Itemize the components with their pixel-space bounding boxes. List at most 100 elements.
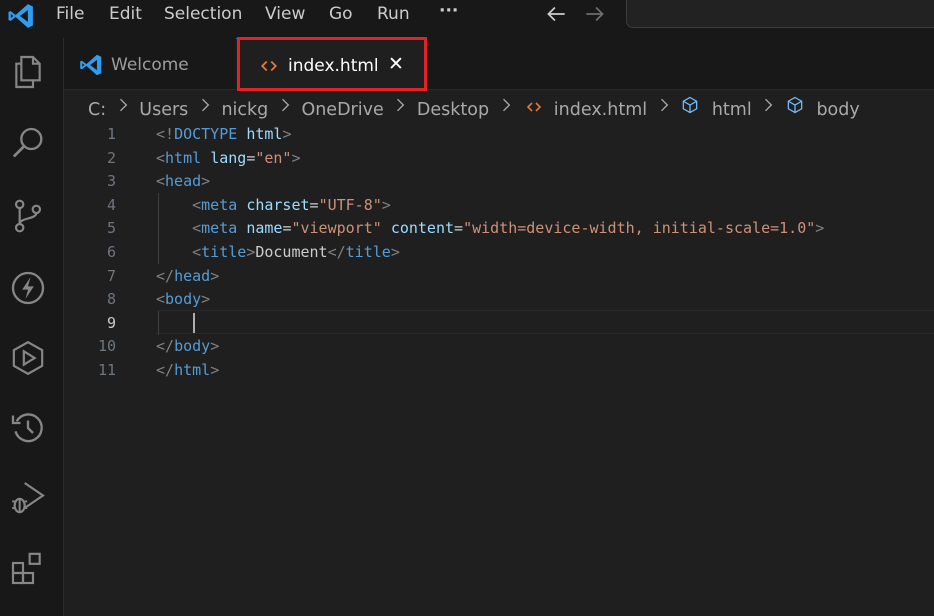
- code-token-tag: html: [165, 148, 202, 167]
- code-token-attr: lang: [210, 148, 247, 167]
- code-line[interactable]: <title>Document</title>: [156, 241, 400, 265]
- line-number[interactable]: 9: [64, 312, 116, 336]
- menu-edit[interactable]: Edit: [109, 3, 142, 25]
- code-token-tag: body: [174, 337, 211, 356]
- breadcrumb-nickg[interactable]: nickg: [221, 97, 268, 123]
- line-number[interactable]: 11: [64, 359, 116, 383]
- code-line[interactable]: </body>: [156, 335, 219, 359]
- line-number[interactable]: 6: [64, 241, 116, 265]
- code-token-attr: content: [390, 219, 455, 238]
- breadcrumb: C: Users nickg OneDrive Desktop index.ht…: [88, 95, 860, 121]
- code-token-attr: name: [246, 219, 283, 238]
- line-number[interactable]: 3: [64, 170, 116, 194]
- code-token-punc: >: [210, 361, 220, 379]
- code-token-punc: <: [192, 219, 202, 238]
- tab-welcome[interactable]: Welcome: [64, 38, 236, 90]
- line-number[interactable]: 10: [64, 335, 116, 359]
- breadcrumb-drive[interactable]: C:: [88, 97, 106, 123]
- menu-more[interactable]: ···: [439, 0, 458, 22]
- search-icon[interactable]: [8, 124, 48, 164]
- code-token-punc: </: [327, 243, 346, 261]
- line-number[interactable]: 1: [64, 123, 116, 147]
- breadcrumb-file[interactable]: index.html: [554, 97, 647, 123]
- activity-bar: [0, 38, 64, 616]
- code-editor[interactable]: 1 2 3 4 5 6 7 8 9 10 11 <!DOCTYPE html> <html lang=…: [64, 122, 934, 616]
- code-token-punc: >: [291, 148, 301, 167]
- line-number[interactable]: 8: [64, 288, 116, 312]
- breadcrumb-desktop[interactable]: Desktop: [417, 97, 489, 123]
- chevron-right-icon: [502, 98, 510, 112]
- code-line[interactable]: </head>: [156, 265, 219, 289]
- menu-go[interactable]: Go: [329, 3, 353, 25]
- code-token-punc: </: [156, 337, 175, 356]
- code-token-str: "UTF-8": [318, 195, 382, 214]
- code-token-attr: charset: [246, 195, 310, 214]
- breadcrumb-onedrive[interactable]: OneDrive: [301, 97, 383, 123]
- code-token-tag: title: [201, 243, 247, 261]
- menu-view[interactable]: View: [265, 3, 305, 25]
- code-token-punc: <: [156, 148, 166, 167]
- code-line[interactable]: <head>: [156, 170, 210, 194]
- line-number[interactable]: 2: [64, 147, 116, 171]
- breadcrumb-symbol-html[interactable]: html: [712, 97, 752, 123]
- code-line[interactable]: <body>: [156, 288, 210, 312]
- html-file-icon: [527, 102, 542, 112]
- title-bar: File Edit Selection View Go Run ···: [0, 0, 934, 38]
- line-number[interactable]: 7: [64, 265, 116, 289]
- line-number[interactable]: 5: [64, 217, 116, 241]
- arrow-right-icon[interactable]: [582, 1, 608, 27]
- extensions-icon[interactable]: [8, 548, 48, 588]
- timeline-icon[interactable]: [8, 408, 48, 448]
- code-token-punc: >: [201, 172, 211, 191]
- code-line[interactable]: <!DOCTYPE html>: [156, 123, 291, 147]
- menu-run[interactable]: Run: [377, 3, 410, 25]
- code-token-punc: </: [156, 361, 175, 379]
- breadcrumb-users[interactable]: Users: [139, 97, 188, 123]
- chevron-right-icon: [397, 98, 405, 112]
- explorer-icon[interactable]: [8, 52, 48, 92]
- chevron-right-icon: [201, 98, 210, 112]
- source-control-icon[interactable]: [8, 196, 48, 236]
- code-token-punc: >: [815, 219, 825, 238]
- code-token-eq: =: [454, 219, 464, 238]
- chevron-right-icon: [119, 98, 127, 112]
- line-number[interactable]: 4: [64, 194, 116, 218]
- debug-alt-icon[interactable]: [8, 478, 48, 518]
- code-token-tag: meta: [201, 219, 238, 238]
- vscode-logo-icon[interactable]: [6, 1, 36, 31]
- menu-file[interactable]: File: [56, 3, 84, 25]
- breadcrumb-symbol-body[interactable]: body: [816, 97, 859, 123]
- code-token-punc: >: [390, 243, 400, 261]
- arrow-left-icon[interactable]: [543, 1, 569, 27]
- code-token-punc: </: [156, 266, 175, 285]
- chevron-right-icon: [281, 98, 290, 112]
- code-token-str: "width=device-width, initial-scale=1.0": [463, 219, 816, 238]
- command-center-search[interactable]: [626, 0, 934, 28]
- code-token-attr: html: [246, 125, 283, 143]
- code-line[interactable]: <html lang="en">: [156, 147, 301, 171]
- symbol-structure-icon: [682, 96, 698, 114]
- code-line[interactable]: [156, 312, 192, 336]
- run-debug-icon[interactable]: [8, 338, 48, 378]
- code-line[interactable]: <meta name="viewport" content="width=dev…: [156, 217, 824, 241]
- thunder-icon[interactable]: [8, 268, 48, 308]
- code-line[interactable]: <meta charset="UTF-8">: [156, 194, 391, 218]
- symbol-structure-icon: [787, 96, 803, 114]
- code-token-punc: >: [381, 195, 391, 214]
- code-token-eq: =: [246, 148, 256, 167]
- code-token-punc: >: [210, 337, 220, 356]
- menu-selection[interactable]: Selection: [164, 3, 242, 25]
- tab-highlight-annotation: [237, 37, 427, 91]
- code-token-tag: body: [165, 290, 202, 309]
- code-token-str: "en": [255, 148, 292, 167]
- code-line[interactable]: </html>: [156, 359, 219, 383]
